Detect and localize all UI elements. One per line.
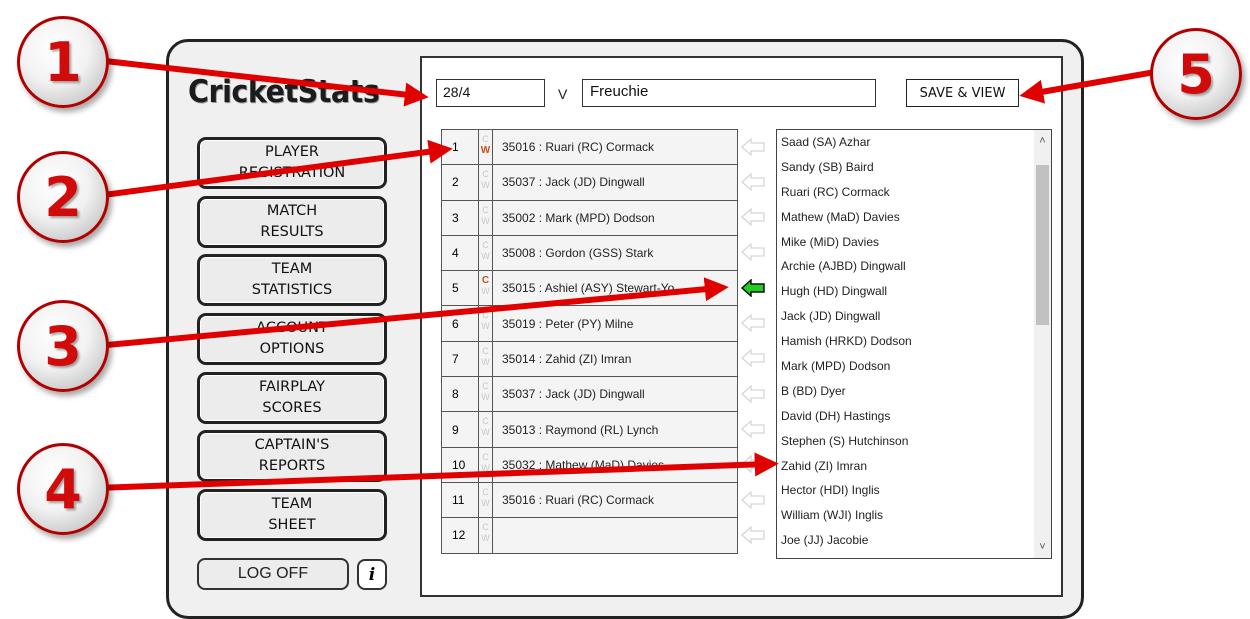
annotation-arrows (95, 57, 1156, 491)
callout-marker-2: 2 (17, 151, 109, 243)
annotation-arrow-2 (95, 139, 453, 199)
annotation-arrow-4 (95, 452, 779, 491)
callout-marker-3: 3 (17, 300, 109, 392)
annotation-arrow-5 (1019, 69, 1156, 104)
callout-marker-4: 4 (17, 443, 109, 535)
callout-marker-1: 1 (17, 16, 109, 108)
annotation-arrow-3 (95, 277, 729, 349)
callout-marker-5: 5 (1150, 28, 1242, 120)
annotation-arrow-1 (95, 57, 429, 107)
